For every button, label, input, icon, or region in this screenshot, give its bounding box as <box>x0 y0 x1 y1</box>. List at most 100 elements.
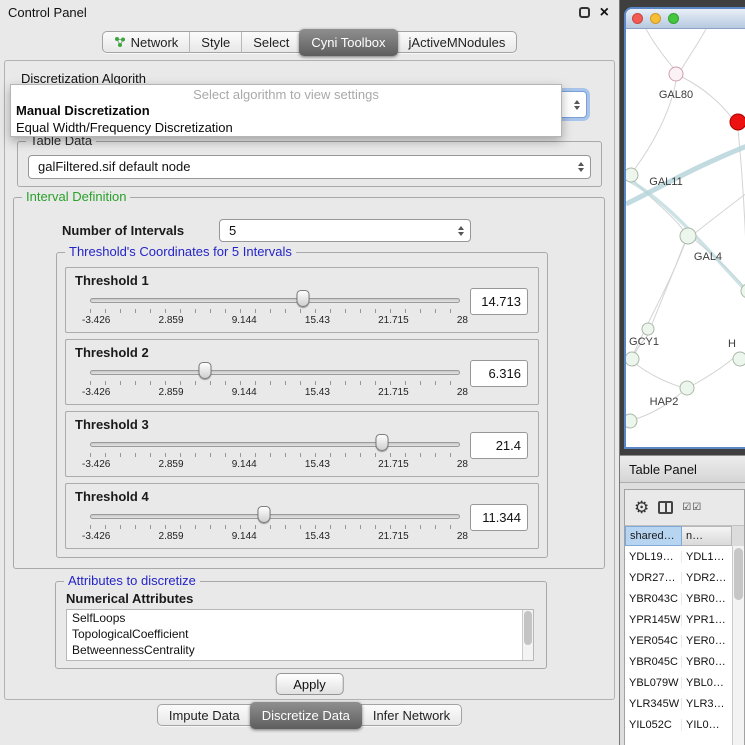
attributes-scrollbar[interactable] <box>522 610 533 660</box>
cell-name[interactable]: YDL1… <box>682 551 732 563</box>
threshold-4-panel: Threshold 4 -3.4262.8599.14415.4321.7152… <box>65 483 539 549</box>
cell-shared-name[interactable]: YIL052C <box>625 719 682 731</box>
cell-name[interactable]: YBR0… <box>682 656 732 668</box>
close-icon[interactable]: × <box>600 7 609 18</box>
slider-ticks <box>90 309 460 313</box>
slider-thumb[interactable] <box>257 506 270 523</box>
table-row[interactable]: YLR345W YLR3… <box>625 693 732 714</box>
tab-impute-data[interactable]: Impute Data <box>158 705 251 726</box>
node-partial-bottom[interactable] <box>626 414 637 428</box>
cell-name[interactable]: YLR3… <box>682 698 732 710</box>
cell-shared-name[interactable]: YBR045C <box>625 656 682 668</box>
interval-definition-group: Interval Definition Number of Intervals … <box>13 197 605 569</box>
table-row[interactable]: YDR27… YDR2… <box>625 567 732 588</box>
node-label: H <box>728 338 736 350</box>
cell-name[interactable]: YPR1… <box>682 614 732 626</box>
node-gcy1[interactable] <box>626 352 639 366</box>
threshold-2-value-field[interactable] <box>470 360 528 387</box>
minimize-icon[interactable] <box>579 7 590 18</box>
combo-stepper-icon <box>458 226 464 236</box>
attribute-item[interactable]: SelfLoops <box>67 610 533 626</box>
tab-style[interactable]: Style <box>189 32 241 53</box>
scrollbar-thumb[interactable] <box>734 548 743 600</box>
cell-name[interactable]: YDR2… <box>682 572 732 584</box>
threshold-2-slider[interactable]: -3.4262.8599.14415.4321.71528 <box>90 364 460 402</box>
slider-track[interactable] <box>90 370 460 375</box>
node-label: GAL80 <box>659 89 693 101</box>
cell-shared-name[interactable]: YBL079W <box>625 677 682 689</box>
cell-shared-name[interactable]: YBR043C <box>625 593 682 605</box>
network-canvas[interactable]: GAL80 GAL11 GAL4 GCY1 HAP2 H <box>626 29 745 449</box>
close-traffic-light[interactable] <box>632 13 643 24</box>
gear-icon[interactable]: ⚙ <box>634 499 649 516</box>
threshold-3-label: Threshold 3 <box>75 417 149 432</box>
slider-track[interactable] <box>90 298 460 303</box>
cell-name[interactable]: YBR0… <box>682 593 732 605</box>
tab-network[interactable]: Network <box>103 32 190 53</box>
threshold-4-label: Threshold 4 <box>75 489 149 504</box>
threshold-1-value-field[interactable] <box>470 288 528 315</box>
scrollbar-thumb[interactable] <box>524 611 532 645</box>
cell-shared-name[interactable]: YDL19… <box>625 551 682 563</box>
cell-shared-name[interactable]: YDR27… <box>625 572 682 584</box>
network-nodes <box>626 67 745 428</box>
table-row[interactable]: YBR045C YBR0… <box>625 651 732 672</box>
number-of-intervals-combobox[interactable]: 5 <box>219 219 471 242</box>
zoom-traffic-light[interactable] <box>668 13 679 24</box>
tab-jactivemnodules[interactable]: jActiveMNodules <box>397 32 517 53</box>
threshold-4-value-field[interactable] <box>470 504 528 531</box>
numerical-attributes-list[interactable]: SelfLoopsTopologicalCoefficientBetweenne… <box>66 609 534 661</box>
threshold-4-slider[interactable]: -3.4262.8599.14415.4321.71528 <box>90 508 460 546</box>
scale-label: 28 <box>457 531 468 542</box>
checkbox-filter-icon[interactable]: ☑☑ <box>682 502 702 513</box>
table-row[interactable]: YER054C YER0… <box>625 630 732 651</box>
columns-icon[interactable] <box>658 501 673 514</box>
cell-shared-name[interactable]: YER054C <box>625 635 682 647</box>
cell-name[interactable]: YBL0… <box>682 677 732 689</box>
tab-cyni-toolbox[interactable]: Cyni Toolbox <box>299 29 397 56</box>
threshold-3-slider[interactable]: -3.4262.8599.14415.4321.71528 <box>90 436 460 474</box>
scale-label: -3.426 <box>82 315 110 326</box>
node-gal80[interactable] <box>669 67 683 81</box>
cell-shared-name[interactable]: YPR145W <box>625 614 682 626</box>
column-header-shared-name[interactable]: shared… <box>625 526 682 546</box>
table-row[interactable]: YIL052C YIL0… <box>625 714 732 735</box>
node-partial-h[interactable] <box>733 352 745 366</box>
cell-name[interactable]: YIL0… <box>682 719 732 731</box>
slider-thumb[interactable] <box>297 290 310 307</box>
table-row[interactable]: YBL079W YBL0… <box>625 672 732 693</box>
node-label: GAL11 <box>649 176 682 188</box>
slider-thumb[interactable] <box>198 362 211 379</box>
tab-infer-network[interactable]: Infer Network <box>361 705 461 726</box>
minimize-traffic-light[interactable] <box>650 13 661 24</box>
node-gal4[interactable] <box>680 228 696 244</box>
tab-discretize-data[interactable]: Discretize Data <box>250 702 362 729</box>
node-hap2[interactable] <box>680 381 694 395</box>
table-row[interactable]: YDL19… YDL1… <box>625 546 732 567</box>
cell-shared-name[interactable]: YLR345W <box>625 698 682 710</box>
apply-button[interactable]: Apply <box>275 673 344 695</box>
threshold-3-value-field[interactable] <box>470 432 528 459</box>
table-row[interactable]: YPR145W YPR1… <box>625 609 732 630</box>
tab-select[interactable]: Select <box>241 32 300 53</box>
table-data-value: galFiltered.sif default node <box>29 156 590 178</box>
bottom-tab-bar: Impute Data Discretize Data Infer Networ… <box>0 704 619 726</box>
table-scrollbar[interactable] <box>732 546 744 745</box>
option-equal-width-frequency[interactable]: Equal Width/Frequency Discretization <box>11 119 561 136</box>
option-manual-discretization[interactable]: Manual Discretization <box>11 102 561 119</box>
slider-track[interactable] <box>90 442 460 447</box>
scale-label: 21.715 <box>378 387 409 398</box>
attribute-item[interactable]: BetweennessCentrality <box>67 642 533 658</box>
column-header-name[interactable]: n… <box>682 526 732 546</box>
node-gal11[interactable] <box>626 168 638 182</box>
numerical-attributes-label: Numerical Attributes <box>66 591 193 606</box>
slider-thumb[interactable] <box>376 434 389 451</box>
slider-track[interactable] <box>90 514 460 519</box>
table-row[interactable]: YBR043C YBR0… <box>625 588 732 609</box>
table-data-combobox[interactable]: galFiltered.sif default node <box>28 155 591 179</box>
node-selected-red[interactable] <box>730 114 745 130</box>
threshold-1-slider[interactable]: -3.4262.8599.14415.4321.71528 <box>90 292 460 330</box>
node-unlabeled[interactable] <box>642 323 654 335</box>
cell-name[interactable]: YER0… <box>682 635 732 647</box>
attribute-item[interactable]: TopologicalCoefficient <box>67 626 533 642</box>
